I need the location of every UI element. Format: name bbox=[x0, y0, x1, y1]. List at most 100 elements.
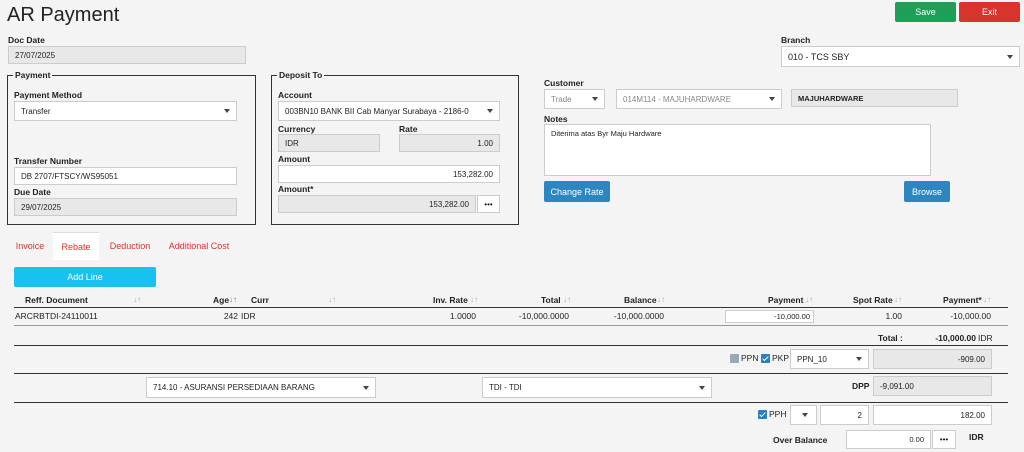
chevron-down-icon bbox=[592, 97, 598, 101]
due-date-label: Due Date bbox=[14, 187, 51, 197]
chevron-down-icon bbox=[487, 109, 493, 113]
rate-field[interactable]: 1.00 bbox=[399, 134, 500, 152]
branch-label: Branch bbox=[781, 35, 811, 45]
tab-rebate[interactable]: Rebate bbox=[53, 232, 99, 260]
over-balance-more-button[interactable]: ••• bbox=[932, 430, 956, 449]
branch-value: 010 - TCS SBY bbox=[788, 51, 850, 62]
tax-divider bbox=[14, 373, 1008, 374]
account-select[interactable]: 003BN10 BANK BII Cab Manyar Surabaya - 2… bbox=[278, 101, 500, 121]
page-title: AR Payment bbox=[7, 4, 120, 26]
tab-invoice[interactable]: Invoice bbox=[10, 232, 50, 260]
ppn-checkbox[interactable] bbox=[730, 354, 739, 363]
notes-value: Diterima atas Byr Maju Hardware bbox=[551, 129, 662, 138]
add-line-button[interactable]: Add Line bbox=[14, 267, 156, 287]
amount-input[interactable]: 153,282.00 bbox=[278, 165, 500, 183]
over-balance-label: Over Balance bbox=[773, 435, 828, 445]
exit-button[interactable]: Exit bbox=[959, 2, 1020, 22]
branch-select[interactable]: 010 - TCS SBY bbox=[781, 46, 1020, 67]
payment-method-select[interactable]: Transfer bbox=[14, 101, 237, 121]
pkp-checkbox[interactable] bbox=[761, 354, 770, 363]
sort-icon[interactable]: ↓↑ bbox=[328, 295, 336, 304]
account-value: 003BN10 BANK BII Cab Manyar Surabaya - 2… bbox=[285, 106, 469, 116]
col-total[interactable]: Total bbox=[541, 295, 561, 305]
col-payment[interactable]: Payment bbox=[768, 295, 803, 305]
customer-code-select[interactable]: 014M114 - MAJUHARDWARE bbox=[616, 89, 782, 109]
transfer-number-input[interactable]: DB 2707/FTSCY/WS95051 bbox=[14, 167, 237, 185]
over-balance-currency: IDR bbox=[969, 432, 984, 442]
sort-icon[interactable]: ↓↑ bbox=[983, 295, 991, 304]
cell-payment-star: -10,000.00 bbox=[950, 311, 991, 321]
chevron-down-icon bbox=[224, 109, 230, 113]
pph-rate-input[interactable]: 2 bbox=[820, 405, 869, 425]
col-inv-rate[interactable]: Inv. Rate bbox=[433, 295, 468, 305]
amount-star-field[interactable]: 153,282.00 bbox=[278, 195, 476, 213]
sort-icon[interactable]: ↓↑ bbox=[563, 295, 571, 304]
amount-label: Amount bbox=[278, 154, 311, 164]
tab-deduction[interactable]: Deduction bbox=[104, 232, 156, 260]
payment-method-value: Transfer bbox=[21, 106, 51, 116]
col-payment-star[interactable]: Payment* bbox=[943, 295, 982, 305]
deposit-legend: Deposit To bbox=[277, 70, 325, 80]
save-button[interactable]: Save bbox=[895, 2, 956, 22]
due-date-field[interactable]: 29/07/2025 bbox=[14, 198, 237, 216]
currency-label: Currency bbox=[278, 124, 316, 134]
change-rate-button[interactable]: Change Rate bbox=[544, 181, 610, 202]
pkp-label: PKP bbox=[772, 353, 790, 363]
amount-star-label: Amount* bbox=[278, 184, 314, 194]
pph-label: PPH bbox=[769, 409, 787, 419]
cell-curr: IDR bbox=[241, 311, 256, 321]
sort-icon[interactable]: ↓↑ bbox=[805, 295, 813, 304]
chevron-down-icon bbox=[699, 385, 705, 390]
dpp-divider bbox=[14, 402, 1008, 403]
sort-icon[interactable]: ↓↑ bbox=[894, 295, 902, 304]
chevron-down-icon bbox=[769, 97, 775, 101]
dpp-label: DPP bbox=[852, 381, 870, 391]
doc-date-label: Doc Date bbox=[8, 35, 45, 45]
grid-header-divider bbox=[14, 307, 1008, 308]
col-age[interactable]: Age bbox=[213, 295, 229, 305]
cell-inv-rate: 1.0000 bbox=[450, 311, 476, 321]
over-balance-input[interactable]: 0.00 bbox=[846, 430, 931, 449]
col-balance[interactable]: Balance bbox=[624, 295, 657, 305]
amount-more-button[interactable]: ••• bbox=[477, 195, 500, 213]
chevron-down-icon bbox=[802, 413, 808, 417]
chevron-down-icon bbox=[856, 357, 862, 361]
customer-type-select[interactable]: Trade bbox=[544, 89, 605, 109]
sort-icon[interactable]: ↓↑ bbox=[470, 295, 478, 304]
col-curr[interactable]: Curr bbox=[251, 295, 269, 305]
ppn-code-value: PPN_10 bbox=[797, 354, 827, 364]
pph-checkbox[interactable] bbox=[758, 410, 767, 419]
tdi-value: TDI - TDI bbox=[489, 383, 522, 392]
pph-type-select[interactable] bbox=[790, 405, 817, 425]
tdi-select[interactable]: TDI - TDI bbox=[482, 377, 712, 398]
rate-label: Rate bbox=[399, 124, 418, 134]
ppn-code-select[interactable]: PPN_10 bbox=[790, 349, 869, 369]
notes-textarea[interactable]: Diterima atas Byr Maju Hardware bbox=[544, 124, 931, 176]
cell-age: 242 bbox=[223, 311, 238, 321]
row-divider bbox=[14, 325, 1008, 326]
total-divider bbox=[14, 345, 1008, 346]
sort-icon[interactable]: ↓↑ bbox=[133, 295, 141, 304]
gl-account-value: 714.10 - ASURANSI PERSEDIAAN BARANG bbox=[153, 383, 315, 392]
col-spot-rate[interactable]: Spot Rate bbox=[853, 295, 893, 305]
cell-total: -10,000.0000 bbox=[518, 311, 569, 321]
transfer-number-label: Transfer Number bbox=[14, 156, 83, 166]
tab-additional-cost[interactable]: Additional Cost bbox=[163, 232, 235, 260]
customer-type-value: Trade bbox=[551, 94, 572, 104]
pph-value-input[interactable]: 182.00 bbox=[873, 405, 992, 425]
doc-date-field[interactable]: 27/07/2025 bbox=[8, 46, 246, 64]
sort-icon[interactable]: ↓↑ bbox=[229, 295, 237, 304]
cell-balance: -10,000.0000 bbox=[613, 311, 664, 321]
ppn-label: PPN bbox=[741, 353, 759, 363]
dpp-value-field[interactable]: -9,091.00 bbox=[873, 376, 992, 396]
currency-field[interactable]: IDR bbox=[278, 134, 380, 152]
browse-button[interactable]: Browse bbox=[904, 181, 950, 202]
customer-name-field[interactable]: MAJUHARDWARE bbox=[791, 89, 958, 107]
payment-cell-input[interactable]: -10,000.00 bbox=[725, 310, 814, 323]
sort-icon[interactable]: ↓↑ bbox=[657, 295, 665, 304]
total-currency: IDR bbox=[978, 333, 993, 343]
cell-spot-rate: 1.00 bbox=[885, 311, 902, 321]
gl-account-select[interactable]: 714.10 - ASURANSI PERSEDIAAN BARANG bbox=[146, 377, 376, 398]
col-reff-document[interactable]: Reff. Document bbox=[25, 295, 88, 305]
ppn-value-field[interactable]: -909.00 bbox=[873, 349, 992, 369]
